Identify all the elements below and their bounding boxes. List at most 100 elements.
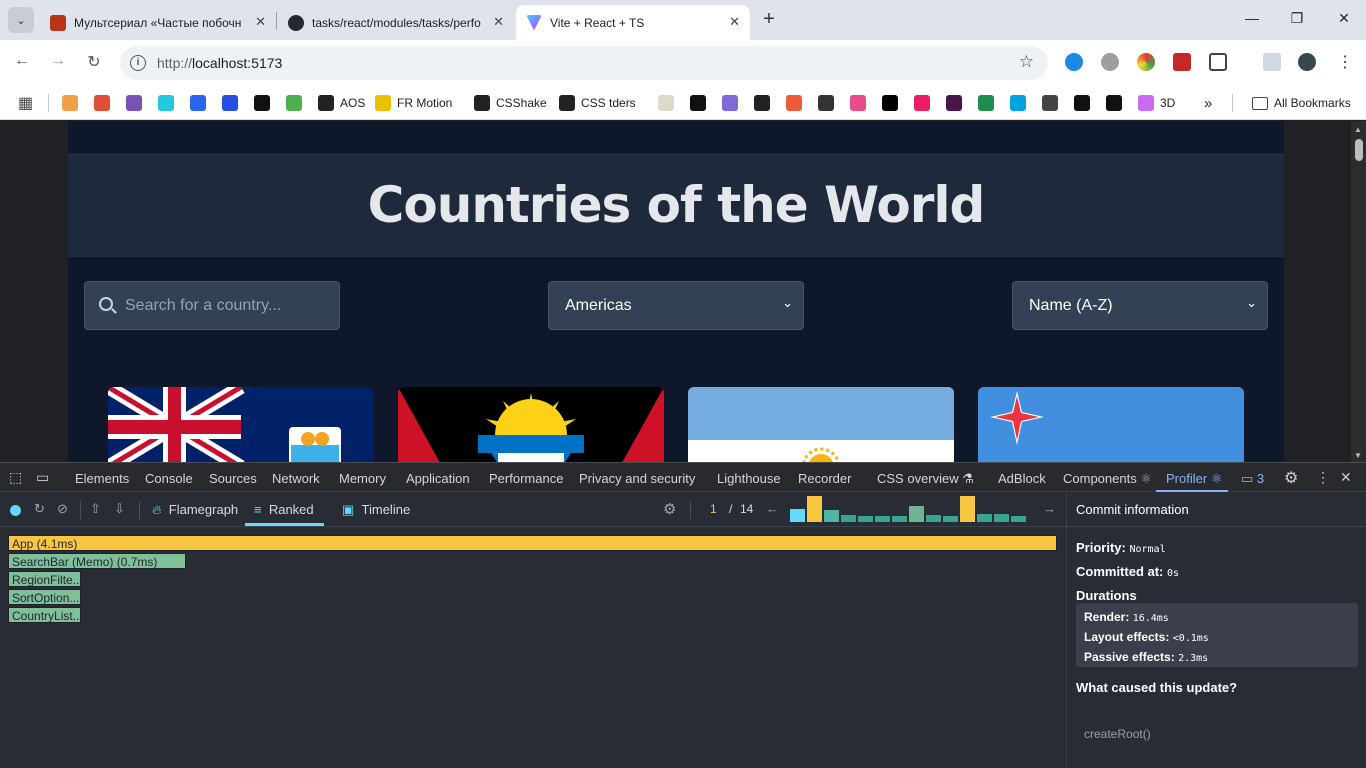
bug-extension-icon[interactable] xyxy=(1101,53,1119,71)
country-card-flag[interactable] xyxy=(108,387,374,462)
address-bar[interactable]: i http://localhost:5173 ☆ xyxy=(120,46,1048,80)
commit-chart[interactable] xyxy=(790,493,1030,527)
tab-adblock[interactable]: AdBlock xyxy=(998,471,1046,486)
scroll-up-icon[interactable]: ▲ xyxy=(1354,125,1362,134)
bookmark-item[interactable]: CSShake xyxy=(474,92,547,114)
tab-elements[interactable]: Elements xyxy=(75,471,129,486)
bookmark-item[interactable] xyxy=(254,92,270,114)
bookmark-item[interactable] xyxy=(690,92,706,114)
country-card-flag[interactable] xyxy=(398,387,664,462)
country-card-flag[interactable] xyxy=(978,387,1244,462)
bookmark-star-icon[interactable]: ☆ xyxy=(1019,52,1034,72)
close-tab-icon[interactable]: ✕ xyxy=(729,14,740,30)
browser-tab[interactable]: Мультсериал «Частые побочн ✕ xyxy=(40,5,276,40)
commit-bar[interactable] xyxy=(858,516,873,522)
issues-badge[interactable]: ▭ 3 xyxy=(1241,471,1264,487)
sort-select[interactable]: Name (A-Z) ⌄ xyxy=(1012,281,1268,330)
commit-bar[interactable] xyxy=(960,496,975,522)
tab-application[interactable]: Application xyxy=(406,471,470,486)
next-commit-icon[interactable]: → xyxy=(1043,501,1056,516)
profiler-settings-icon[interactable]: ⚙ xyxy=(663,500,676,518)
bookmark-item[interactable] xyxy=(62,92,78,114)
back-icon[interactable]: ← xyxy=(11,52,33,70)
bookmark-item[interactable] xyxy=(222,92,238,114)
commit-bar[interactable] xyxy=(892,516,907,522)
reload-profile-icon[interactable]: ↻ xyxy=(34,501,45,517)
download-icon[interactable] xyxy=(1263,53,1281,71)
browser-tab-active[interactable]: Vite + React + TS ✕ xyxy=(516,5,750,40)
reload-icon[interactable]: ↻ xyxy=(83,52,105,72)
bookmark-item[interactable] xyxy=(1010,92,1026,114)
bookmark-item[interactable]: AOS xyxy=(318,92,365,114)
bookmark-item[interactable] xyxy=(786,92,802,114)
bookmark-item[interactable] xyxy=(658,92,674,114)
bookmark-item[interactable] xyxy=(190,92,206,114)
more-bookmarks-icon[interactable]: » xyxy=(1204,92,1212,114)
page-scrollbar[interactable]: ▲ ▼ xyxy=(1351,121,1366,462)
restore-icon[interactable]: ❐ xyxy=(1287,10,1307,27)
ranked-component-bar[interactable]: SortOption... xyxy=(8,589,81,605)
bookmark-item[interactable] xyxy=(850,92,866,114)
commit-bar[interactable] xyxy=(1011,516,1026,522)
tab-recorder[interactable]: Recorder xyxy=(798,471,851,486)
bookmark-item[interactable]: 3D xyxy=(1138,92,1175,114)
commit-bar[interactable] xyxy=(926,515,941,522)
browser-tab[interactable]: tasks/react/modules/tasks/perfo ✕ xyxy=(278,5,514,40)
commit-bar[interactable] xyxy=(909,506,924,522)
record-icon[interactable] xyxy=(10,505,21,516)
region-select[interactable]: Americas ⌄ xyxy=(548,281,804,330)
tab-profiler[interactable]: Profiler ⚛ xyxy=(1166,471,1222,487)
extension-icon[interactable] xyxy=(1065,53,1083,71)
bookmark-item[interactable] xyxy=(1074,92,1090,114)
country-card-flag[interactable] xyxy=(688,387,954,462)
tab-console[interactable]: Console xyxy=(145,471,193,486)
minimize-icon[interactable]: — xyxy=(1242,10,1262,26)
kebab-menu-icon[interactable]: ⋮ xyxy=(1337,52,1353,72)
bookmark-item[interactable] xyxy=(882,92,898,114)
download-icon[interactable]: ⇩ xyxy=(114,501,125,517)
upload-icon[interactable]: ⇧ xyxy=(90,501,101,517)
commit-bar[interactable] xyxy=(807,496,822,522)
bookmark-item[interactable] xyxy=(1042,92,1058,114)
bookmark-item[interactable] xyxy=(286,92,302,114)
bookmark-item[interactable] xyxy=(126,92,142,114)
close-devtools-icon[interactable]: ✕ xyxy=(1340,469,1352,486)
close-tab-icon[interactable]: ✕ xyxy=(255,14,266,30)
bookmark-item[interactable]: CSS tders xyxy=(559,92,636,114)
tab-search-button[interactable]: ⌄ xyxy=(8,7,34,33)
commit-bar[interactable] xyxy=(790,509,805,522)
bookmark-item[interactable] xyxy=(722,92,738,114)
settings-gear-icon[interactable]: ⚙ xyxy=(1284,468,1298,488)
close-window-icon[interactable]: ✕ xyxy=(1334,10,1354,27)
kebab-menu-icon[interactable]: ⋮ xyxy=(1316,469,1330,486)
ranked-component-bar[interactable]: RegionFilte... xyxy=(8,571,81,587)
color-extension-icon[interactable] xyxy=(1137,53,1155,71)
commit-bar[interactable] xyxy=(841,515,856,522)
search-input[interactable]: Search for a country... xyxy=(84,281,340,330)
tab-performance[interactable]: Performance xyxy=(489,471,563,486)
bookmark-item[interactable] xyxy=(754,92,770,114)
bookmark-item[interactable]: FR Motion xyxy=(375,92,452,114)
all-bookmarks-folder[interactable]: All Bookmarks xyxy=(1252,92,1351,114)
bookmark-item[interactable] xyxy=(914,92,930,114)
bookmark-item[interactable] xyxy=(818,92,834,114)
clear-icon[interactable]: ⊘ xyxy=(57,501,68,517)
site-info-icon[interactable]: i xyxy=(130,55,146,71)
avatar[interactable] xyxy=(1298,53,1316,71)
ranked-component-bar[interactable]: CountryList... xyxy=(8,607,81,623)
tab-components[interactable]: Components ⚛ xyxy=(1063,471,1152,487)
cause-value[interactable]: createRoot() xyxy=(1084,727,1151,741)
ranked-tab[interactable]: ≡ Ranked xyxy=(254,502,314,517)
tab-sources[interactable]: Sources xyxy=(209,471,257,486)
tab-css-overview[interactable]: CSS overview ⚗ xyxy=(877,471,974,487)
prev-commit-icon[interactable]: ← xyxy=(766,501,779,516)
tab-lighthouse[interactable]: Lighthouse xyxy=(717,471,781,486)
commit-bar[interactable] xyxy=(943,516,958,522)
inspect-element-icon[interactable]: ⬚ xyxy=(9,469,22,486)
ranked-component-bar[interactable]: SearchBar (Memo) (0.7ms) xyxy=(8,553,186,569)
commit-bar[interactable] xyxy=(824,510,839,522)
commit-bar[interactable] xyxy=(875,516,890,522)
ranked-component-bar[interactable]: App (4.1ms) xyxy=(8,535,1057,551)
bookmark-item[interactable] xyxy=(1106,92,1122,114)
forward-icon[interactable]: → xyxy=(47,52,69,70)
